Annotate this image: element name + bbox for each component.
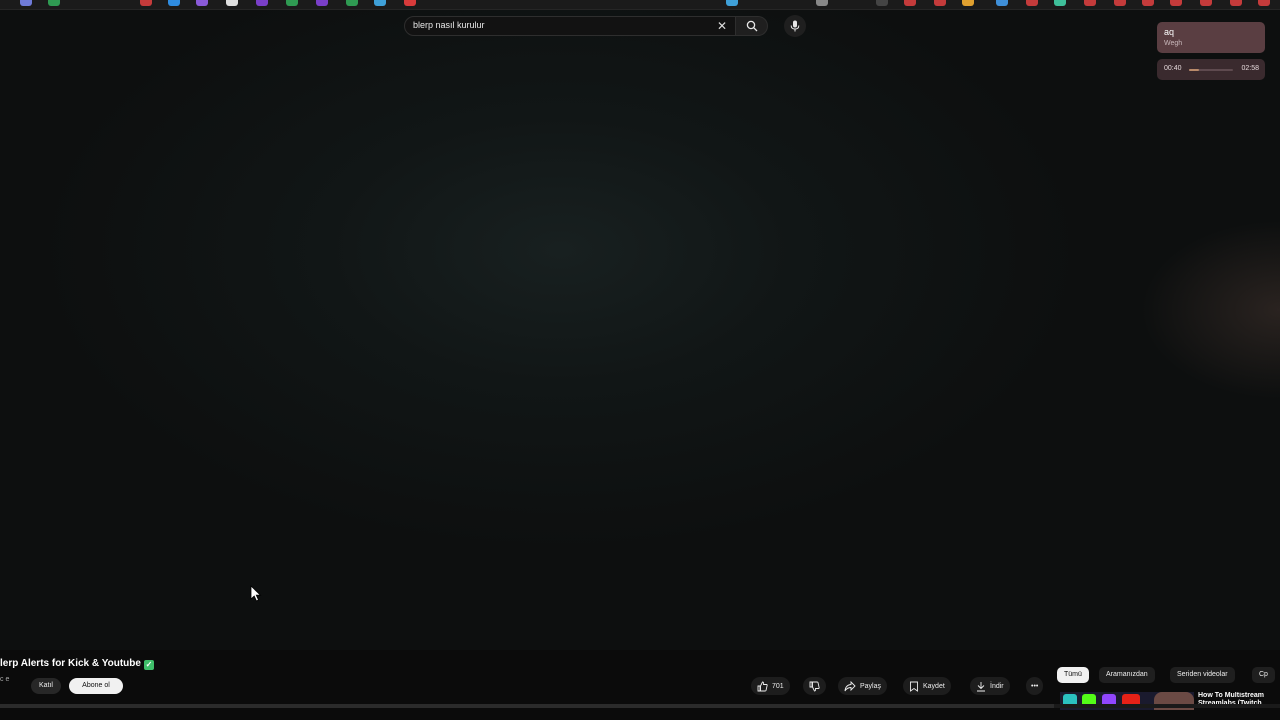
bookmark-icon[interactable]	[1200, 0, 1212, 6]
bookmark-icon[interactable]	[20, 0, 32, 6]
bookmark-icon[interactable]	[996, 0, 1008, 6]
bookmark-icon[interactable]	[1054, 0, 1066, 6]
download-button[interactable]: İndir	[970, 677, 1010, 695]
bookmark-icon[interactable]	[48, 0, 60, 6]
voice-search-button[interactable]	[784, 15, 806, 37]
thumbs-down-icon	[809, 681, 820, 691]
video-title: lerp Alerts for Kick & Youtube ✓	[0, 658, 154, 670]
total-time: 02:58	[1241, 65, 1259, 72]
chip-next[interactable]: Cp	[1252, 667, 1275, 683]
bookmark-icon[interactable]	[1142, 0, 1154, 6]
progress-track[interactable]	[1189, 69, 1233, 71]
now-playing-progress: 00:40 02:58	[1157, 59, 1265, 80]
scrollbar-thumb[interactable]	[0, 704, 1054, 708]
search-button[interactable]	[736, 16, 768, 36]
channel-name[interactable]: c e	[0, 676, 9, 683]
bookmark-icon[interactable]	[374, 0, 386, 6]
bookmark-icon[interactable]	[904, 0, 916, 6]
video-title-text: lerp Alerts for Kick & Youtube	[0, 658, 141, 669]
bookmarks-bar	[0, 0, 1280, 10]
search-query: blerp nasıl kurulur	[413, 20, 485, 30]
bookmark-icon[interactable]	[1230, 0, 1242, 6]
now-playing-artist: Wegh	[1164, 40, 1183, 47]
like-count: 701	[772, 682, 784, 690]
bookmark-icon[interactable]	[346, 0, 358, 6]
chip-all[interactable]: Tümü	[1057, 667, 1089, 683]
download-label: İndir	[990, 682, 1004, 690]
bookmark-icon[interactable]	[196, 0, 208, 6]
microphone-icon	[790, 20, 800, 32]
save-label: Kaydet	[923, 682, 945, 690]
recommended-title-line: How To Multistream	[1198, 692, 1264, 699]
bookmark-icon	[910, 681, 918, 692]
elapsed-time: 00:40	[1164, 65, 1182, 72]
search-input[interactable]: blerp nasıl kurulur ✕	[404, 16, 736, 36]
chip-from-search[interactable]: Aramanızdan	[1099, 667, 1155, 683]
video-frame-glow	[1140, 220, 1280, 400]
download-icon	[977, 681, 985, 691]
chip-series-videos[interactable]: Seriden videolar	[1170, 667, 1235, 683]
bookmark-icon[interactable]	[726, 0, 738, 6]
bookmark-icon[interactable]	[876, 0, 888, 6]
bookmark-icon[interactable]	[1084, 0, 1096, 6]
thumbs-up-icon	[757, 681, 768, 691]
now-playing-card[interactable]: aq Wegh	[1157, 22, 1265, 53]
horizontal-scrollbar[interactable]	[0, 704, 1280, 708]
share-label: Paylaş	[860, 682, 882, 690]
share-button[interactable]: Paylaş	[838, 677, 888, 695]
bookmark-icon[interactable]	[404, 0, 416, 6]
subscribe-button[interactable]: Abone ol	[69, 678, 123, 694]
bookmark-icon[interactable]	[226, 0, 238, 6]
now-playing-title: aq	[1164, 27, 1175, 37]
dislike-button[interactable]	[803, 677, 826, 695]
bookmark-icon[interactable]	[1114, 0, 1126, 6]
more-icon: •••	[1031, 682, 1039, 690]
bookmark-icon[interactable]	[140, 0, 152, 6]
bookmark-icon[interactable]	[1258, 0, 1270, 6]
share-icon	[844, 680, 856, 691]
bookmark-icon[interactable]	[316, 0, 328, 6]
save-button[interactable]: Kaydet	[903, 677, 951, 695]
join-button[interactable]: Katıl	[31, 678, 61, 694]
bookmark-icon[interactable]	[256, 0, 268, 6]
progress-fill	[1189, 69, 1199, 71]
bookmark-icon[interactable]	[286, 0, 298, 6]
bookmark-icon[interactable]	[934, 0, 946, 6]
bookmark-icon[interactable]	[962, 0, 974, 6]
bookmark-icon[interactable]	[816, 0, 828, 6]
check-mark-icon: ✓	[143, 660, 154, 670]
like-button[interactable]: 701	[751, 677, 790, 695]
bookmark-icon[interactable]	[1026, 0, 1038, 6]
mouse-cursor-icon	[250, 585, 262, 602]
bookmark-icon[interactable]	[1170, 0, 1182, 6]
search-icon	[746, 20, 757, 32]
video-player-screen: blerp nasıl kurulur ✕ aq Wegh 00:40 02:5…	[0, 0, 1280, 720]
bookmark-icon[interactable]	[168, 0, 180, 6]
clear-search-icon[interactable]: ✕	[715, 19, 729, 33]
